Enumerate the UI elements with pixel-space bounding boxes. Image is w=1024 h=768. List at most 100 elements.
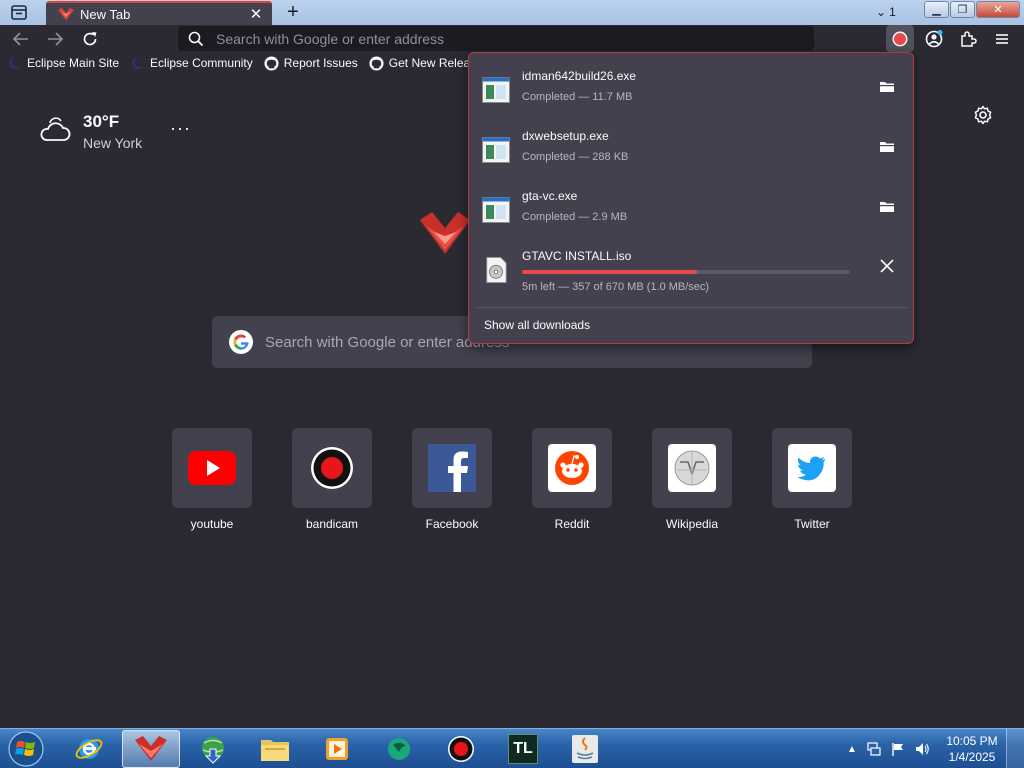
- exe-file-icon: [482, 137, 510, 163]
- bookmark-label: Eclipse Main Site: [27, 56, 120, 70]
- tab-overflow-indicator[interactable]: ⌄ 1: [876, 3, 910, 21]
- windows-start-orb-icon: [8, 731, 44, 767]
- bookmark-report-issues[interactable]: Report Issues: [260, 53, 362, 73]
- restore-button[interactable]: ❐: [950, 1, 975, 18]
- download-status: 5m left — 357 of 670 MB (1.0 MB/sec): [522, 281, 710, 293]
- download-progress-fill: [522, 270, 697, 274]
- forward-button[interactable]: [42, 26, 68, 52]
- shortcut-reddit[interactable]: Reddit: [532, 428, 612, 538]
- download-filename: idman642build26.exe: [522, 69, 637, 83]
- bandicam-icon: [311, 447, 353, 489]
- show-desktop-button[interactable]: [1006, 729, 1024, 768]
- taskbar-java[interactable]: [556, 730, 614, 768]
- clock-date[interactable]: 1/4/2025: [944, 750, 1000, 764]
- iso-disc-file-icon: [486, 257, 507, 283]
- back-arrow-icon: [12, 32, 28, 46]
- clock-time[interactable]: 10:05 PM: [944, 734, 1000, 748]
- shortcut-facebook[interactable]: Facebook: [412, 428, 492, 538]
- partly-cloudy-icon: [40, 117, 71, 141]
- taskbar-green-app[interactable]: [370, 730, 428, 768]
- folder-icon: [261, 740, 289, 761]
- show-all-downloads-link[interactable]: Show all downloads: [484, 318, 590, 332]
- panel-divider: [477, 307, 907, 308]
- taskbar-browser[interactable]: [122, 730, 180, 768]
- start-button[interactable]: [6, 730, 46, 768]
- download-progress-icon: [892, 31, 908, 46]
- eclipse-icon: [130, 55, 146, 71]
- eclipse-icon: [7, 55, 23, 71]
- folder-icon[interactable]: [879, 199, 895, 213]
- github-icon: [369, 55, 385, 71]
- shortcut-youtube[interactable]: youtube: [172, 428, 252, 538]
- download-item[interactable]: dxwebsetup.exe Completed — 288 KB: [479, 125, 907, 181]
- shortcuts-grid: youtube bandicam Facebook Reddit Wikiped…: [172, 428, 872, 538]
- downloads-panel: idman642build26.exe Completed — 11.7 MB …: [468, 52, 914, 344]
- taskbar-bandicam[interactable]: [432, 730, 490, 768]
- taskbar-internet-download-manager[interactable]: [184, 730, 242, 768]
- browser-logo-icon: [420, 212, 470, 254]
- shortcut-wikipedia[interactable]: Wikipedia: [652, 428, 732, 538]
- taskbar-internet-explorer[interactable]: [60, 730, 118, 768]
- bookmark-eclipse-main-site[interactable]: Eclipse Main Site: [3, 53, 123, 73]
- download-status: Completed — 2.9 MB: [522, 211, 628, 223]
- gear-icon: [974, 105, 992, 125]
- back-button[interactable]: [8, 26, 34, 52]
- download-item-in-progress[interactable]: GTAVC INSTALL.iso 5m left — 357 of 670 M…: [479, 245, 907, 301]
- shortcut-twitter[interactable]: Twitter: [772, 428, 852, 538]
- reload-icon: [83, 32, 97, 46]
- tab-count: 1: [889, 5, 896, 19]
- download-item[interactable]: idman642build26.exe Completed — 11.7 MB: [479, 65, 907, 121]
- close-window-button[interactable]: ✕: [976, 1, 1020, 18]
- facebook-icon: [428, 444, 476, 492]
- minimize-button[interactable]: ▁: [924, 1, 949, 18]
- idm-globe-icon: [202, 737, 224, 764]
- github-icon: [264, 55, 280, 71]
- downloads-button[interactable]: [886, 25, 914, 52]
- shortcut-bandicam[interactable]: bandicam: [292, 428, 372, 538]
- shortcut-label: Reddit: [554, 517, 590, 531]
- app-menu-button[interactable]: [988, 25, 1016, 52]
- cancel-download-button[interactable]: [876, 255, 898, 277]
- taskbar-file-explorer[interactable]: [246, 730, 304, 768]
- download-status: Completed — 11.7 MB: [522, 91, 633, 103]
- shortcut-label: bandicam: [305, 517, 359, 531]
- extensions-button[interactable]: [954, 25, 982, 52]
- search-icon: [188, 31, 204, 47]
- download-status: Completed — 288 KB: [522, 151, 629, 163]
- bookmark-eclipse-community[interactable]: Eclipse Community: [126, 53, 257, 73]
- internet-explorer-icon: [75, 739, 103, 759]
- folder-icon[interactable]: [879, 139, 895, 153]
- action-center-flag-icon[interactable]: [890, 741, 906, 757]
- download-item[interactable]: gta-vc.exe Completed — 2.9 MB: [479, 185, 907, 241]
- taskbar-media-player[interactable]: [308, 730, 366, 768]
- taskbar-tl-launcher[interactable]: TL: [494, 730, 552, 768]
- download-filename: GTAVC INSTALL.iso: [522, 249, 632, 263]
- download-filename: dxwebsetup.exe: [522, 129, 609, 143]
- volume-icon[interactable]: [914, 741, 930, 757]
- browser-logo-icon: [135, 736, 167, 761]
- url-bar[interactable]: Search with Google or enter address: [178, 26, 814, 51]
- nav-toolbar: Search with Google or enter address: [0, 25, 1024, 52]
- reddit-icon: [548, 444, 596, 492]
- exe-file-icon: [482, 197, 510, 223]
- tab-close-icon[interactable]: ✕: [246, 4, 266, 24]
- network-icon[interactable]: [866, 741, 882, 757]
- show-hidden-icons-button[interactable]: ▲: [844, 741, 860, 757]
- folder-icon[interactable]: [879, 79, 895, 93]
- weather-more-options[interactable]: ···: [170, 118, 191, 139]
- restore-icon: ❐: [957, 4, 968, 16]
- chevron-down-icon: ⌄: [876, 5, 887, 19]
- url-bar-placeholder: Search with Google or enter address: [216, 30, 445, 47]
- close-icon: [880, 259, 894, 273]
- tab-new-tab[interactable]: New Tab ✕: [46, 1, 272, 25]
- exe-file-icon: [482, 77, 510, 103]
- forward-arrow-icon: [48, 32, 64, 46]
- account-button[interactable]: [920, 25, 948, 52]
- personalize-button[interactable]: [972, 104, 994, 126]
- tab-list-button[interactable]: [8, 3, 30, 22]
- reload-button[interactable]: [77, 26, 103, 52]
- new-tab-button[interactable]: +: [282, 2, 304, 22]
- tab-title: New Tab: [80, 6, 131, 22]
- twitter-icon: [788, 444, 836, 492]
- download-progress-bar: [522, 270, 850, 274]
